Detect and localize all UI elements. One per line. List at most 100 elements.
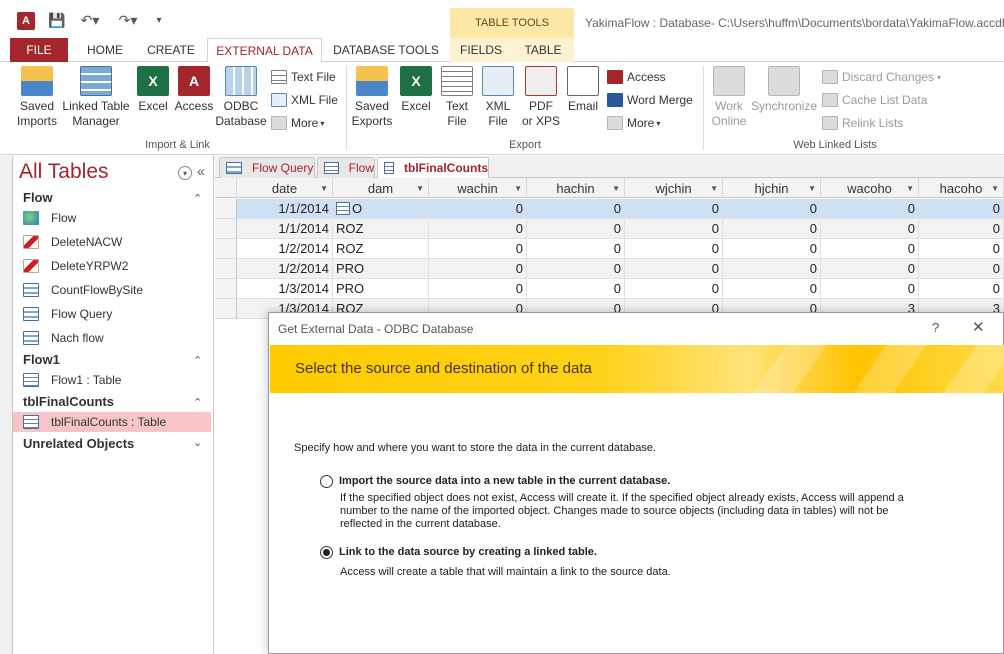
table-cell[interactable]: 0 [821, 259, 919, 279]
tab-table[interactable]: TABLE [512, 38, 574, 62]
table-cell[interactable]: 0 [429, 199, 527, 219]
nav-item[interactable]: CountFlowBySite [23, 280, 211, 300]
table-cell[interactable]: 0 [919, 279, 1004, 299]
export-xml-file-button[interactable]: XML File [480, 66, 516, 129]
nav-item[interactable]: Nach flow [23, 328, 211, 348]
export-pdf-button[interactable]: PDF or XPS [520, 66, 562, 129]
table-cell[interactable]: 1/2/2014 [237, 239, 333, 259]
column-header-hjchin[interactable]: hjchin ▼ [723, 178, 821, 198]
chevron-down-icon[interactable]: ⌄ [193, 436, 202, 449]
import-text-file-button[interactable]: Text File [271, 68, 336, 86]
import-excel-button[interactable]: X Excel [134, 66, 172, 114]
tab-external-data[interactable]: EXTERNAL DATA [207, 38, 322, 63]
chevron-down-icon[interactable]: ▼ [320, 184, 328, 193]
synchronize-button[interactable]: Synchronize [751, 66, 817, 114]
row-selector[interactable] [215, 299, 237, 319]
table-cell[interactable]: 0 [919, 219, 1004, 239]
table-cell[interactable]: 0 [723, 279, 821, 299]
doc-tab-tblfinalcounts[interactable]: tblFinalCounts [377, 157, 489, 178]
table-cell[interactable]: 0 [625, 239, 723, 259]
table-cell[interactable]: 1/3/2014 [237, 279, 333, 299]
table-cell[interactable]: 1/1/2014 [237, 219, 333, 239]
chevron-down-icon[interactable]: ▼ [514, 184, 522, 193]
table-cell[interactable]: 0 [527, 219, 625, 239]
tab-file[interactable]: FILE [10, 38, 68, 62]
nav-item[interactable]: DeleteYRPW2 [23, 256, 211, 276]
nav-collapse-icon[interactable]: « [197, 163, 205, 179]
column-header-wacoho[interactable]: wacoho ▼ [821, 178, 919, 198]
row-selector[interactable] [215, 239, 237, 259]
nav-group-header[interactable]: Flow [23, 190, 53, 205]
chevron-down-icon[interactable]: ▼ [710, 184, 718, 193]
chevron-down-icon[interactable]: ▼ [612, 184, 620, 193]
table-cell[interactable]: 0 [625, 279, 723, 299]
nav-group-header[interactable]: Flow1 [23, 352, 60, 367]
import-access-button[interactable]: A Access [174, 66, 214, 114]
table-cell[interactable]: 0 [723, 259, 821, 279]
discard-changes-button[interactable]: Discard Changes ▾ [822, 68, 941, 86]
table-cell[interactable]: 1/2/2014 [237, 259, 333, 279]
relink-lists-button[interactable]: Relink Lists [822, 114, 903, 132]
customize-qat-icon[interactable]: ▾ [152, 11, 166, 29]
import-more-button[interactable]: More ▾ [271, 114, 324, 132]
link-option-radio[interactable] [320, 546, 333, 559]
nav-item[interactable]: Flow [23, 208, 211, 228]
column-header-wachin[interactable]: wachin ▼ [429, 178, 527, 198]
chevron-up-icon[interactable]: ⌃ [193, 354, 202, 367]
table-cell[interactable]: PRO [333, 279, 429, 299]
nav-group-header[interactable]: Unrelated Objects [23, 436, 134, 451]
chevron-up-icon[interactable]: ⌃ [193, 192, 202, 205]
table-cell[interactable]: 1/1/2014 [237, 199, 333, 219]
redo-icon[interactable]: ↷▾ [116, 11, 140, 29]
doc-tab-flow[interactable]: Flow [317, 157, 375, 178]
table-cell[interactable]: 0 [429, 239, 527, 259]
tab-create[interactable]: CREATE [140, 38, 202, 62]
export-text-file-button[interactable]: Text File [439, 66, 475, 129]
table-cell[interactable]: 0 [821, 279, 919, 299]
select-all-corner[interactable] [215, 178, 237, 198]
chevron-down-icon[interactable]: ▼ [906, 184, 914, 193]
table-cell[interactable]: 0 [919, 239, 1004, 259]
nav-item[interactable]: DeleteNACW [23, 232, 211, 252]
table-cell[interactable]: 0 [527, 259, 625, 279]
nav-menu-dropdown-icon[interactable]: ▾ [178, 166, 192, 180]
chevron-down-icon[interactable]: ▼ [416, 184, 424, 193]
table-cell[interactable]: 0 [723, 219, 821, 239]
access-app-icon[interactable]: A [17, 12, 35, 30]
nav-group-header[interactable]: tblFinalCounts [23, 394, 114, 409]
linked-table-manager-button[interactable]: Linked Table Manager [62, 66, 130, 129]
export-email-button[interactable]: Email [564, 66, 602, 114]
word-merge-button[interactable]: Word Merge [607, 91, 693, 109]
chevron-up-icon[interactable]: ⌃ [193, 396, 202, 409]
column-header-date[interactable]: date ▼ [237, 178, 333, 198]
table-cell[interactable]: 0 [625, 219, 723, 239]
tab-fields[interactable]: FIELDS [450, 38, 512, 62]
table-cell[interactable]: 0 [723, 239, 821, 259]
lookup-icon[interactable] [336, 202, 350, 215]
table-cell[interactable]: 0 [429, 279, 527, 299]
nav-pane-title[interactable]: All Tables [19, 160, 109, 184]
nav-item[interactable]: Flow Query [23, 304, 211, 324]
doc-tab-flow-query[interactable]: Flow Query [219, 157, 315, 178]
chevron-down-icon[interactable]: ▼ [991, 184, 999, 193]
table-cell[interactable]: O [333, 199, 429, 219]
table-cell[interactable]: 0 [527, 279, 625, 299]
column-header-wjchin[interactable]: wjchin ▼ [625, 178, 723, 198]
work-online-button[interactable]: Work Online [707, 66, 751, 129]
saved-exports-button[interactable]: Saved Exports [350, 66, 394, 129]
import-option-radio[interactable] [320, 475, 333, 488]
odbc-database-button[interactable]: ODBC Database [215, 66, 267, 129]
import-xml-file-button[interactable]: XML File [271, 91, 338, 109]
tab-home[interactable]: HOME [76, 38, 134, 62]
export-excel-button[interactable]: X Excel [397, 66, 435, 114]
export-more-button[interactable]: More ▾ [607, 114, 660, 132]
table-cell[interactable]: 0 [625, 199, 723, 219]
table-cell[interactable]: 0 [429, 219, 527, 239]
import-option-label[interactable]: Import the source data into a new table … [339, 475, 670, 487]
link-option-label[interactable]: Link to the data source by creating a li… [339, 546, 597, 558]
table-cell[interactable]: 0 [919, 199, 1004, 219]
table-cell[interactable]: 0 [821, 199, 919, 219]
help-icon[interactable]: ? [932, 320, 939, 335]
table-cell[interactable]: 0 [919, 259, 1004, 279]
row-selector[interactable] [215, 279, 237, 299]
